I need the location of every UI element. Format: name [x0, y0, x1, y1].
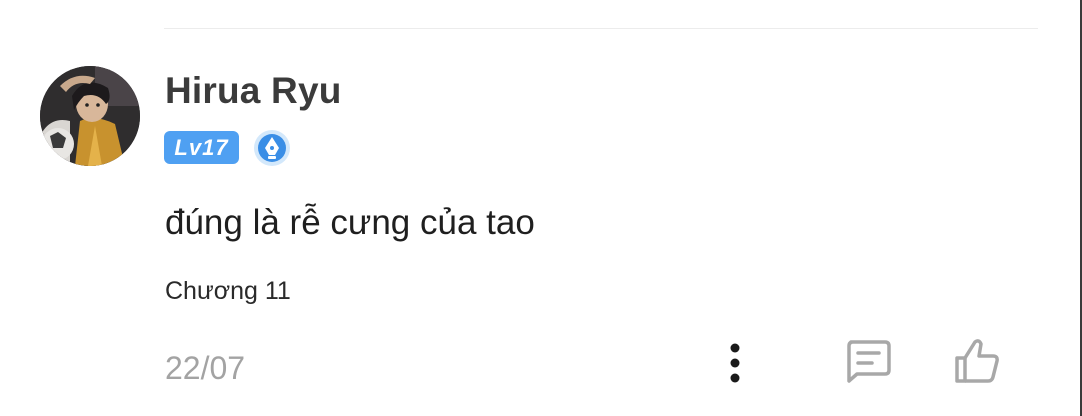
comment-text: đúng là rễ cưng của tao [165, 203, 535, 242]
more-options-button[interactable] [720, 340, 750, 386]
top-divider [164, 28, 1038, 29]
chapter-link[interactable]: Chương 11 [165, 277, 291, 306]
thumbs-up-icon [955, 339, 999, 383]
like-button[interactable] [952, 336, 1002, 386]
pen-nib-badge-icon [253, 129, 291, 167]
comment-date: 22/07 [165, 350, 246, 386]
user-avatar[interactable] [40, 66, 140, 166]
comment-icon [847, 340, 891, 383]
level-badge: Lv17 [164, 131, 239, 164]
more-vertical-icon [730, 343, 740, 383]
username[interactable]: Hirua Ryu [165, 70, 342, 112]
reply-button[interactable] [843, 338, 893, 384]
